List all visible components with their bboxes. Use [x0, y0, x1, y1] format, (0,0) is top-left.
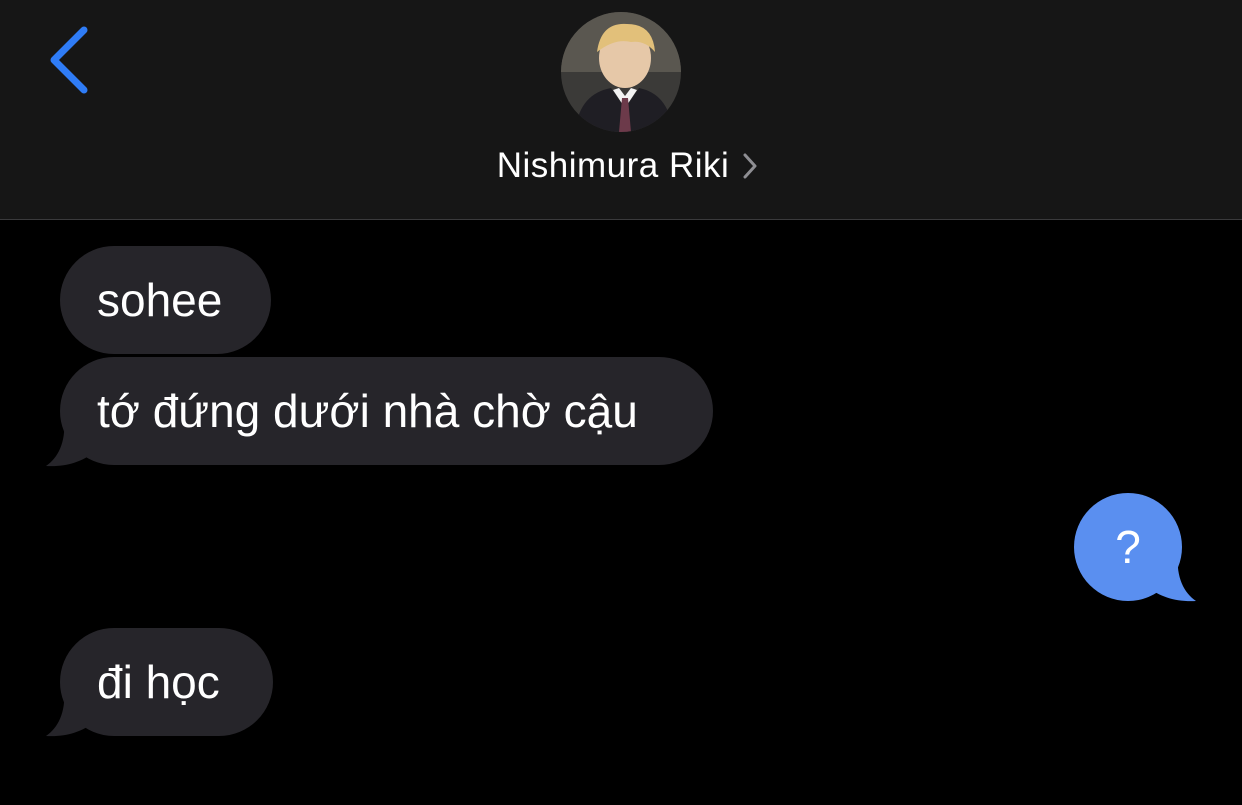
incoming-message[interactable]: tớ đứng dưới nhà chờ cậu — [60, 357, 713, 465]
incoming-bubble-tail — [46, 420, 94, 467]
message-text: tớ đứng dưới nhà chờ cậu — [97, 385, 638, 437]
chevron-right-icon — [743, 153, 757, 179]
contact-title[interactable]: Nishimura Riki — [0, 142, 1242, 190]
contact-name: Nishimura Riki — [496, 146, 730, 185]
chevron-left-icon — [50, 26, 88, 94]
contact-avatar-photo — [561, 12, 681, 132]
conversation-header: Nishimura Riki — [0, 0, 1242, 220]
incoming-bubble-tail — [46, 690, 94, 737]
message-text: ? — [1115, 521, 1141, 573]
back-button[interactable] — [40, 22, 100, 98]
outgoing-bubble-tail — [1148, 555, 1196, 602]
message-text: sohee — [97, 274, 223, 326]
incoming-message[interactable]: sohee — [60, 246, 271, 354]
message-text: đi học — [97, 656, 220, 708]
contact-avatar[interactable] — [561, 12, 681, 132]
